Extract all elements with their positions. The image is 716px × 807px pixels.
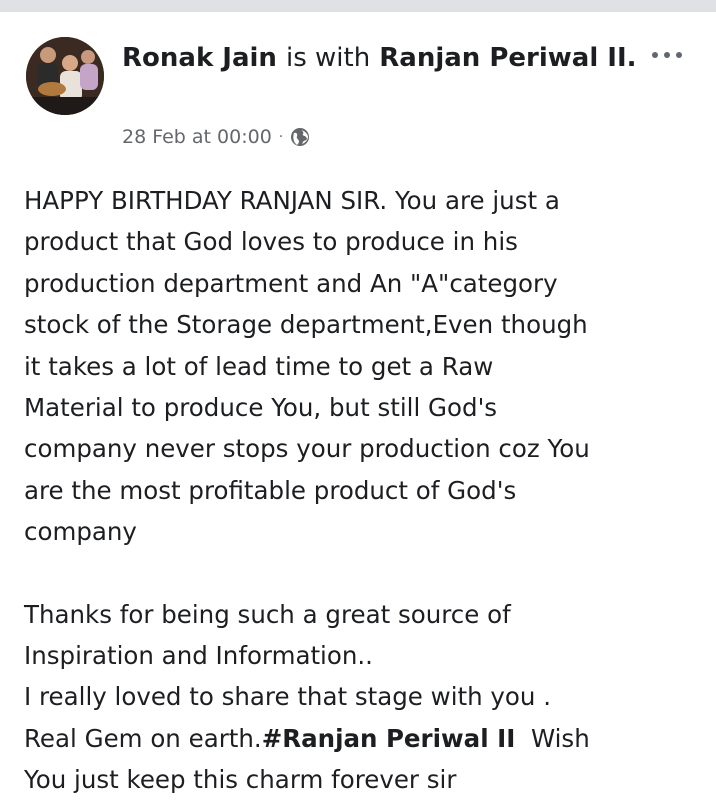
wish-text: Wish [530,723,590,753]
globe-icon[interactable] [290,127,310,147]
more-options-dot [664,52,670,58]
post-text-line: HAPPY BIRTHDAY RANJAN SIR. You are just … [24,186,560,215]
post-text-line: are the most profitable product of God's [24,475,517,505]
meta-separator: · [278,129,284,145]
hashtag-mention-link[interactable]: #Ranjan Periwal II [262,724,516,753]
tagged-person[interactable]: Ranjan Periwal II. [379,43,636,73]
post-text-line: Material to produce You, but still God's [24,393,498,423]
post-body-text: HAPPY BIRTHDAY RANJAN SIR. You are just … [24,180,704,801]
post-paragraph-2: Thanks for being such a great source of … [24,594,704,801]
author-name[interactable]: Ronak Jain [122,43,277,73]
post-timestamp[interactable]: 28 Feb at 00:00 [122,122,272,152]
with-text: is with [285,43,371,73]
post-text-line-gem: Real Gem on earth.#Ranjan Periwal II Wis… [24,718,704,759]
author-avatar[interactable] [26,37,104,115]
post-author-line: Ronak Jain is with Ranjan Periwal II. [122,40,642,76]
post-meta: 28 Feb at 00:00 · [122,122,310,152]
more-options-dot [676,52,682,58]
post-header: Ronak Jain is with Ranjan Periwal II. 28… [0,12,716,152]
post-text-line: product that God loves to produce in his [24,227,518,257]
avatar-photo-icon [26,37,104,115]
post-text-line: You just keep this charm forever sir [24,765,457,795]
post-text-line: I really loved to share that stage with … [24,682,552,712]
top-status-strip [0,0,716,12]
gem-text: Real Gem on earth. [24,723,262,753]
post-paragraph-1: HAPPY BIRTHDAY RANJAN SIR. You are just … [24,180,704,553]
post-text-line: Inspiration and Information.. [24,641,373,671]
post-text-line: stock of the Storage department,Even tho… [24,310,588,340]
post-text-line: it takes a lot of lead time to get a Raw [24,351,494,381]
more-options-icon [652,52,658,58]
post-text-line: production department and An "A"category [24,268,558,298]
post-text-line: Thanks for being such a great source of [24,599,511,629]
more-options-button[interactable] [650,42,690,68]
post-text-line: company never stops your production coz … [24,434,590,464]
post-text-line: company [24,517,137,547]
